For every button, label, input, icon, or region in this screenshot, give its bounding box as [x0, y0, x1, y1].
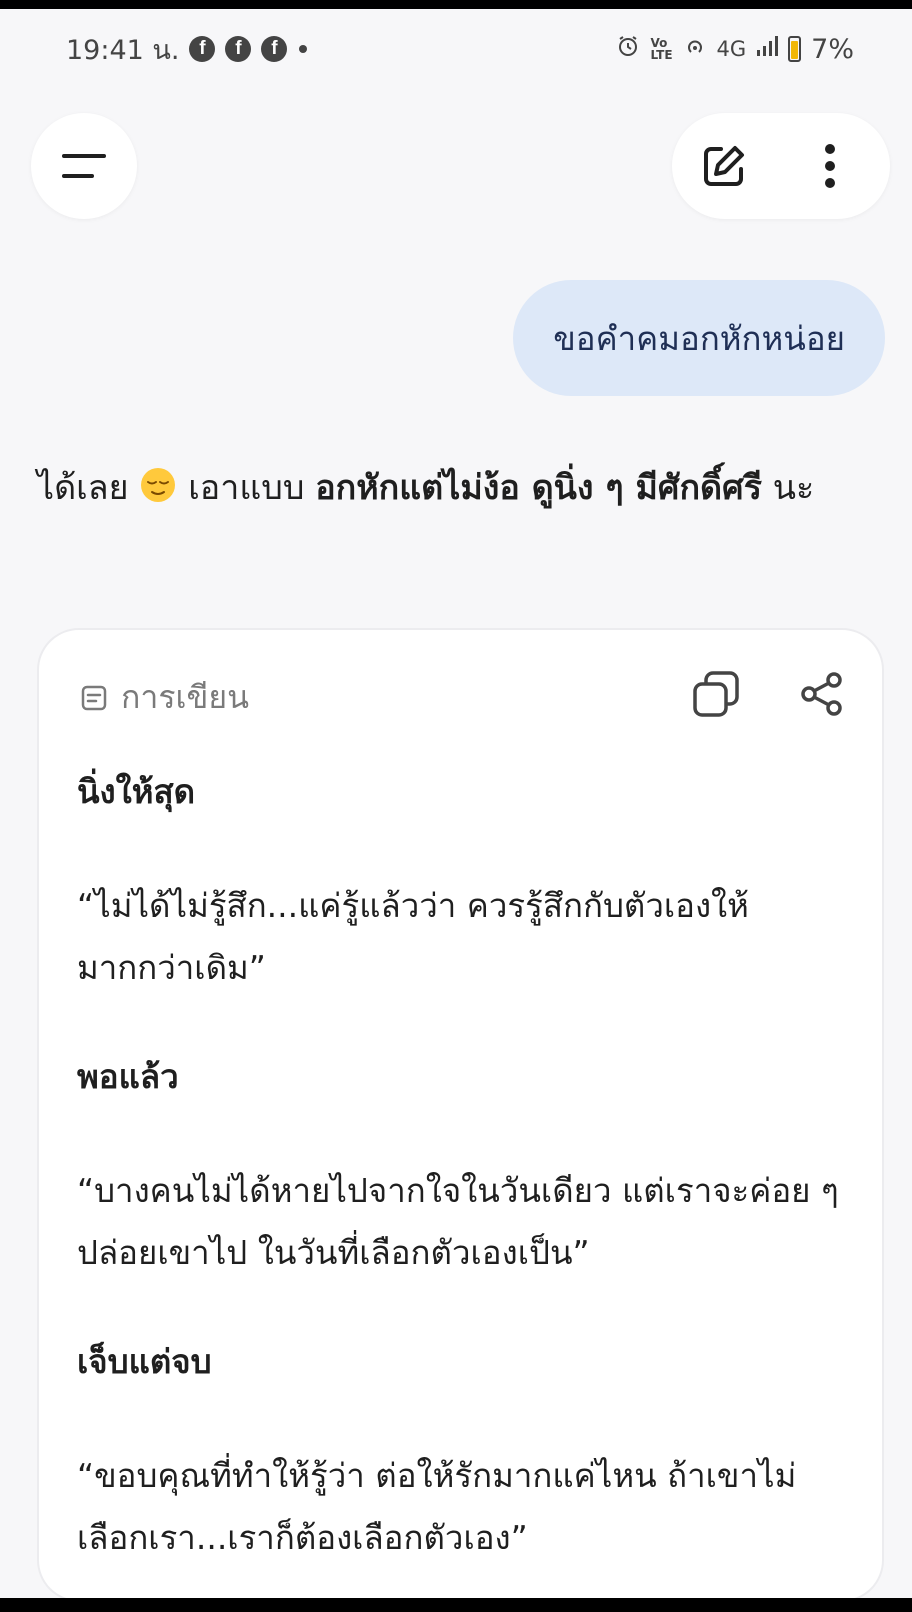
section-quote: “ขอบคุณที่ทำให้รู้ว่า ต่อให้รักมากแค่ไหน… [77, 1456, 797, 1557]
volte-icon: Vo LTE [650, 36, 673, 62]
reply-prefix: ได้เลย [37, 468, 129, 508]
status-bar: 19:41 น. f f f Vo LTE 4G 7% [0, 9, 912, 89]
more-options-button[interactable] [802, 138, 858, 194]
battery-icon [788, 36, 802, 62]
signal-icon [756, 34, 779, 64]
section-quote: “บางคนไม่ได้หายไปจากใจในวันเดียว แต่เราจ… [77, 1171, 839, 1272]
card-label-text: การเขียน [121, 678, 249, 716]
screen-bottom-edge [0, 1598, 912, 1612]
reply-suffix: นะ [772, 468, 815, 508]
facebook-notification-icon: f [189, 36, 216, 62]
card-header: การเขียน [81, 671, 850, 723]
top-actions [672, 113, 890, 219]
assistant-reply: ได้เลย เอาแบบ อกหักแต่ไม่ง้อ ดูนิ่ง ๆ มี… [37, 453, 877, 523]
status-left: 19:41 น. f f f [66, 28, 308, 71]
network-type: 4G [716, 37, 747, 61]
section-quote: “ไม่ได้ไม่รู้สึก...แค่รู้แล้วว่า ควรรู้ส… [77, 886, 749, 987]
facebook-notification-icon: f [225, 36, 252, 62]
section-title: พอแล้ว [77, 1057, 179, 1096]
status-time: 19:41 น. [66, 34, 180, 66]
document-icon [81, 685, 107, 710]
facebook-notification-icon: f [261, 36, 288, 62]
writing-card: การเขียน นิ่งให้สุด “ไม่ได้ไม่รู้สึก...แ… [37, 628, 884, 1602]
menu-button[interactable] [31, 113, 137, 219]
share-icon [801, 672, 842, 716]
battery-level: 7% [811, 33, 854, 65]
copy-icon [693, 671, 739, 717]
reply-bold: อกหักแต่ไม่ง้อ ดูนิ่ง ๆ มีศักดิ์ศรี [315, 468, 762, 508]
status-right: Vo LTE 4G 7% [616, 34, 854, 65]
alarm-icon [616, 34, 640, 64]
relieved-face-emoji-icon [139, 458, 177, 502]
copy-button[interactable] [688, 666, 744, 722]
more-vert-icon [825, 144, 835, 188]
edit-icon [704, 146, 744, 186]
user-message-text: ขอคำคมอกหักหน่อย [553, 318, 845, 358]
share-button[interactable] [794, 666, 850, 722]
section-title: นิ่งให้สุด [77, 772, 196, 811]
reply-middle: เอาแบบ [188, 468, 305, 508]
more-notifications-dot-icon [299, 45, 308, 53]
card-label: การเขียน [81, 672, 249, 723]
user-message-bubble: ขอคำคมอกหักหน่อย [513, 280, 885, 396]
section-title: เจ็บแต่จบ [77, 1342, 212, 1381]
menu-icon [62, 154, 106, 178]
hotspot-icon [683, 34, 707, 64]
new-chat-button[interactable] [696, 138, 752, 194]
top-bar [0, 110, 912, 220]
screen-top-edge [0, 0, 912, 9]
